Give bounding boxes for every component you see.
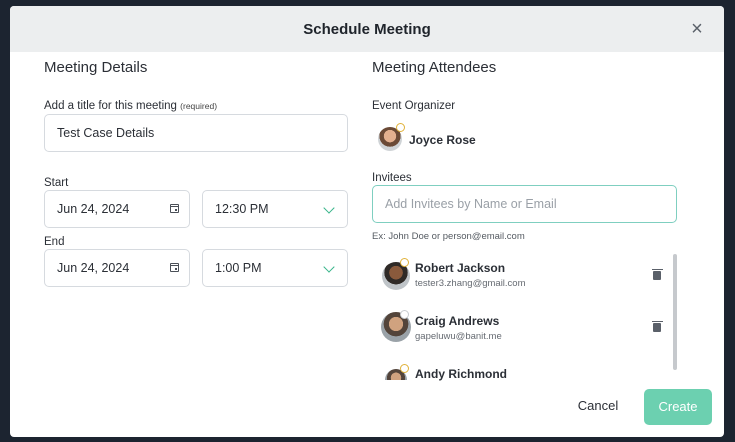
- chevron-down-icon: [323, 202, 335, 214]
- invitees-label: Invitees: [372, 172, 412, 184]
- close-icon[interactable]: ×: [686, 18, 708, 40]
- start-date-value: Jun 24, 2024: [57, 202, 130, 216]
- start-date-input[interactable]: Jun 24, 2024: [44, 190, 190, 228]
- invitees-hint: Ex: John Doe or person@email.com: [372, 231, 525, 242]
- invitee-name: Craig Andrews: [415, 314, 500, 328]
- start-time-value: 12:30 PM: [215, 202, 269, 216]
- chevron-down-icon: [323, 261, 335, 273]
- invitees-scrollbar[interactable]: [673, 254, 677, 370]
- invitee-name: Robert Jackson: [415, 261, 506, 275]
- end-time-value: 1:00 PM: [215, 261, 262, 275]
- schedule-meeting-modal: Schedule Meeting × Meeting Details Add a…: [10, 6, 724, 437]
- end-time-select[interactable]: 1:00 PM: [202, 249, 348, 287]
- status-icon: [400, 364, 409, 373]
- organizer-name: Joyce Rose: [409, 133, 476, 147]
- meeting-attendees-heading: Meeting Attendees: [372, 59, 497, 76]
- meeting-details-heading: Meeting Details: [44, 59, 148, 76]
- invitees-search-input[interactable]: Add Invitees by Name or Email: [372, 185, 677, 223]
- end-date-value: Jun 24, 2024: [57, 261, 130, 275]
- calendar-icon[interactable]: [170, 204, 179, 213]
- status-icon: [400, 310, 409, 319]
- cancel-button[interactable]: Cancel: [570, 393, 626, 419]
- modal-title: Schedule Meeting: [303, 20, 431, 38]
- event-organizer-label: Event Organizer: [372, 100, 456, 112]
- modal-header: Schedule Meeting ×: [10, 6, 724, 52]
- invitee-name: Andy Richmond: [415, 367, 507, 381]
- end-label: End: [44, 236, 65, 248]
- invitee-email: gapeluwu@banit.me: [415, 331, 502, 342]
- invitee-email: tester3.zhang@gmail.com: [415, 278, 526, 289]
- create-button[interactable]: Create: [644, 389, 712, 425]
- meeting-title-value: Test Case Details: [57, 126, 155, 140]
- start-time-select[interactable]: 12:30 PM: [202, 190, 348, 228]
- end-date-input[interactable]: Jun 24, 2024: [44, 249, 190, 287]
- status-icon: [396, 123, 405, 132]
- trash-icon[interactable]: [651, 268, 663, 280]
- title-label: Add a title for this meeting (required): [44, 100, 217, 112]
- start-label: Start: [44, 177, 69, 189]
- calendar-icon[interactable]: [170, 263, 179, 272]
- meeting-title-input[interactable]: Test Case Details: [44, 114, 348, 152]
- invitees-placeholder: Add Invitees by Name or Email: [385, 197, 557, 211]
- trash-icon[interactable]: [651, 320, 663, 332]
- status-icon: [400, 258, 409, 267]
- title-label-text: Add a title for this meeting: [44, 100, 177, 112]
- title-required-text: (required): [180, 101, 218, 111]
